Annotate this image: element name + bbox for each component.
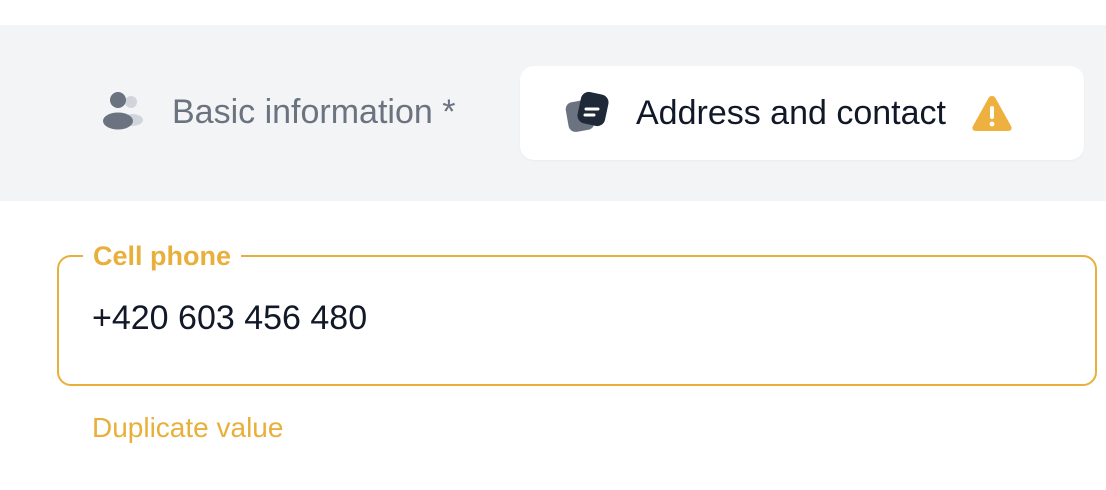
warning-icon (970, 93, 1014, 133)
contact-card-icon (562, 87, 614, 139)
cell-phone-input[interactable] (92, 299, 1052, 338)
tab-address-and-contact-label: Address and contact (636, 93, 946, 132)
cell-phone-error: Duplicate value (92, 412, 284, 443)
tab-basic-information[interactable]: Basic information * (98, 64, 455, 160)
tab-address-and-contact[interactable]: Address and contact (520, 66, 1084, 160)
tab-basic-information-label: Basic information * (172, 92, 456, 131)
cell-phone-field: Cell phone (57, 238, 1097, 386)
cell-phone-label: Cell phone (83, 238, 242, 274)
users-icon (98, 90, 146, 134)
